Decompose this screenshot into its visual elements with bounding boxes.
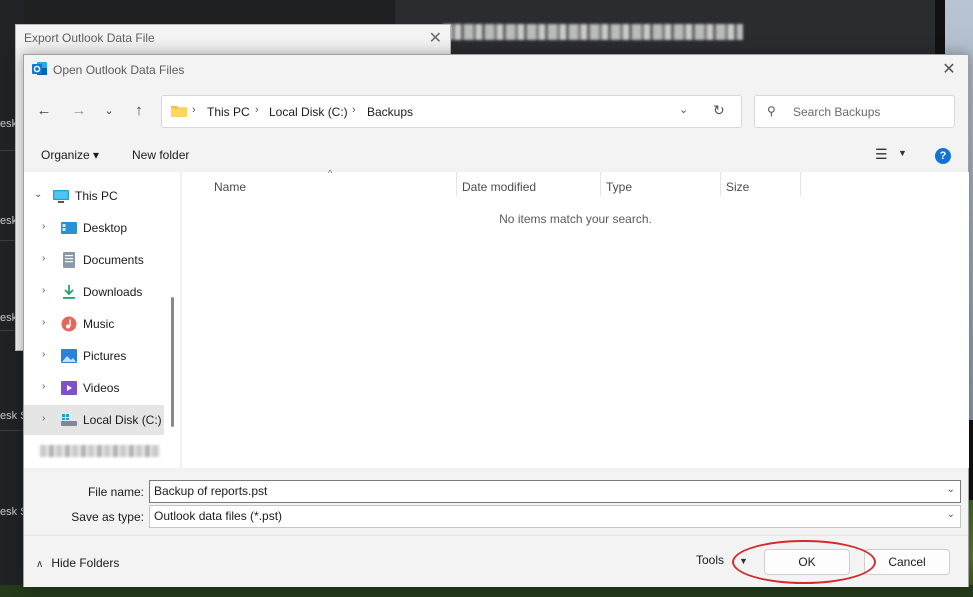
chevron-right-icon[interactable]: › [42,317,45,328]
breadcrumb-backups[interactable]: Backups [367,105,413,119]
file-name-value: Backup of reports.pst [154,484,268,498]
up-button[interactable]: ↑ [127,99,151,123]
chevron-right-icon[interactable]: › [42,349,45,360]
scrollbar[interactable] [171,297,174,427]
refresh-icon[interactable]: ↻ [713,102,725,119]
save-as-type-value: Outlook data files (*.pst) [154,509,283,523]
forward-button[interactable]: → [67,99,91,123]
save-as-type-label: Save as type: [71,510,144,524]
breadcrumb-local-disk[interactable]: Local Disk (C:) [269,105,348,119]
close-icon[interactable]: ✕ [429,28,442,48]
chevron-right-icon: › [255,104,259,116]
documents-icon [63,252,75,268]
column-divider[interactable] [720,172,721,196]
export-window-title: Export Outlook Data File [24,31,155,45]
desktop-icon [61,222,77,234]
tree-item-label: This PC [75,189,118,203]
file-list: ^ Name Date modified Type Size No items … [181,168,969,468]
chevron-down-icon[interactable]: ⌄ [947,509,955,520]
column-divider[interactable] [456,172,457,196]
column-header-type[interactable]: Type [606,180,632,194]
view-options-icon[interactable]: ☰ [875,146,888,163]
tree-item-documents[interactable]: › Documents [24,245,164,275]
tree-item-this-pc[interactable]: ⌄ This PC [24,181,164,211]
hide-folders-label: Hide Folders [51,556,120,570]
empty-message: No items match your search. [499,212,652,226]
view-dropdown-icon[interactable]: ▼ [898,148,907,158]
search-box[interactable]: ⚲ Search Backups [754,95,955,128]
chevron-right-icon: › [352,104,356,116]
blurred-title [443,24,743,40]
breadcrumb-this-pc[interactable]: This PC [207,105,250,119]
background-label: esk S [0,410,24,422]
column-divider[interactable] [800,172,801,196]
sort-ascending-icon: ^ [328,168,333,178]
tree-item-label: Music [83,317,115,331]
tree-item-label: Local Disk (C:) [83,413,162,427]
computer-icon [53,190,69,203]
chevron-right-icon[interactable]: › [42,413,45,424]
background-label: esk S [0,506,24,518]
search-icon: ⚲ [767,104,776,118]
address-bar[interactable]: › This PC › Local Disk (C:) › Backups ⌄ … [161,95,742,128]
command-bar: Organize ▾ New folder ☰ ▼ ? [24,141,968,171]
chevron-up-icon: ∧ [36,559,44,570]
new-folder-button[interactable]: New folder [132,148,189,162]
pictures-icon [61,349,77,363]
help-icon[interactable]: ? [935,148,951,164]
blurred-label [40,445,160,457]
file-name-input[interactable]: Backup of reports.pst ⌄ [149,480,961,503]
tree-item-desktop[interactable]: › Desktop [24,213,164,243]
music-icon [61,316,77,332]
recent-locations-button[interactable]: ⌄ [97,99,121,123]
navigation-pane: ⌄ This PC › Desktop › Documents › Downlo… [24,172,180,468]
column-divider[interactable] [600,172,601,196]
highlight-annotation [732,540,876,584]
column-header-size[interactable]: Size [726,180,749,194]
videos-icon [61,381,77,395]
organize-button[interactable]: Organize ▾ [41,148,99,162]
file-name-label: File name: [87,485,144,499]
chevron-down-icon[interactable]: ⌄ [34,189,42,200]
chevron-right-icon: › [192,104,196,116]
tree-item-videos[interactable]: › Videos [24,373,164,403]
dialog-footer: ∧ Hide Folders Tools ▼ OK Cancel [24,535,968,587]
chevron-down-icon[interactable]: ⌄ [679,103,688,116]
tree-item-label: Pictures [83,349,127,363]
downloads-icon [63,285,75,299]
tree-item-music[interactable]: › Music [24,309,164,339]
dialog-title: Open Outlook Data Files [53,63,185,77]
folder-icon [171,106,187,117]
tree-item-label: Documents [83,253,144,267]
save-as-type-select[interactable]: Outlook data files (*.pst) ⌄ [149,505,961,528]
drive-icon [61,414,77,426]
back-button[interactable]: ← [32,99,56,123]
column-header-name[interactable]: Name [214,180,246,194]
close-button[interactable]: ✕ [934,58,964,82]
divider [0,430,24,431]
chevron-right-icon[interactable]: › [42,221,45,232]
background-window [395,0,935,56]
search-placeholder: Search Backups [793,105,881,119]
chevron-right-icon[interactable]: › [42,381,45,392]
open-file-dialog: Open Outlook Data Files ✕ ← → ⌄ ↑ › This… [23,54,969,587]
chevron-down-icon[interactable]: ⌄ [947,484,955,495]
tree-item-pictures[interactable]: › Pictures [24,341,164,371]
tree-item-label: Desktop [83,221,128,235]
column-header-date-modified[interactable]: Date modified [462,180,536,194]
tree-item-label: Downloads [83,285,143,299]
hide-folders-button[interactable]: ∧ Hide Folders [36,556,119,570]
outlook-icon [32,62,47,75]
tree-item-network-location[interactable] [24,437,164,467]
tree-item-local-disk[interactable]: › Local Disk (C:) [24,405,164,435]
tools-button[interactable]: Tools [696,553,724,567]
title-bar: Open Outlook Data Files ✕ [24,55,968,85]
chevron-right-icon[interactable]: › [42,253,45,264]
cancel-button[interactable]: Cancel [864,549,950,575]
tree-item-label: Videos [83,381,120,395]
tree-item-downloads[interactable]: › Downloads [24,277,164,307]
chevron-right-icon[interactable]: › [42,285,45,296]
